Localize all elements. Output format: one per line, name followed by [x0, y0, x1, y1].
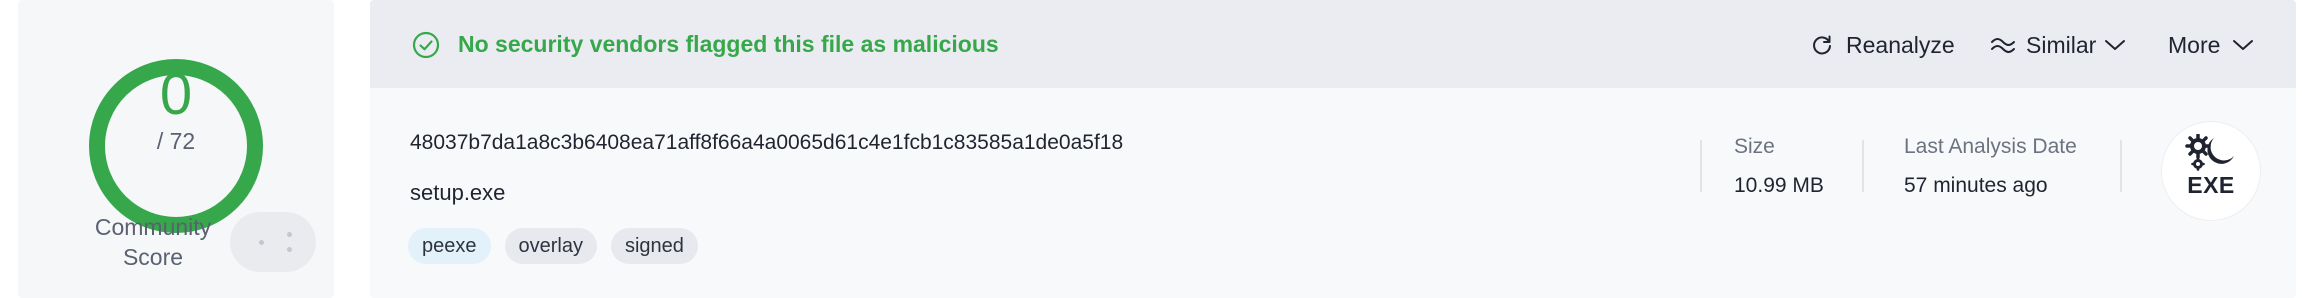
community-score-label: Community Score — [68, 212, 238, 272]
tag-signed[interactable]: signed — [610, 228, 698, 264]
file-tags: peexe overlay signed — [408, 228, 698, 264]
verdict-bar: No security vendors flagged this file as… — [370, 0, 2296, 88]
exe-file-icon: EXE — [2162, 122, 2260, 220]
file-name: setup.exe — [410, 180, 506, 205]
detection-score-card: 0 / 72 Community Score — [18, 0, 334, 298]
divider — [2120, 140, 2122, 192]
community-dot-icon — [287, 232, 292, 237]
chevron-down-icon — [2233, 40, 2254, 50]
detection-score: 0 — [159, 62, 193, 127]
file-summary-panel: No security vendors flagged this file as… — [370, 0, 2296, 298]
similar-label: Similar — [2026, 31, 2097, 58]
file-report-header: 0 / 72 Community Score No security vendo… — [0, 0, 2302, 298]
tag-peexe[interactable]: peexe — [408, 228, 491, 264]
file-type-label: EXE — [2187, 172, 2235, 198]
last-analysis-label: Last Analysis Date — [1904, 135, 2077, 158]
community-dot-icon — [287, 247, 292, 252]
detection-total: / 72 — [156, 128, 196, 154]
gears-icon — [2185, 134, 2234, 171]
reanalyze-button[interactable]: Reanalyze — [1810, 28, 1955, 62]
size-label: Size — [1734, 135, 1775, 158]
last-analysis-value: 57 minutes ago — [1904, 174, 2048, 197]
more-label: More — [2168, 31, 2221, 58]
community-dot-icon — [259, 240, 264, 245]
refresh-icon — [1813, 35, 1831, 55]
verdict-text: No security vendors flagged this file as… — [458, 31, 999, 57]
divider — [1862, 140, 1864, 192]
size-value: 10.99 MB — [1734, 174, 1824, 197]
reanalyze-label: Reanalyze — [1846, 31, 1955, 58]
check-circle-icon — [412, 31, 440, 59]
file-hash[interactable]: 48037b7da1a8c3b6408ea71aff8f66a4a0065d61… — [410, 131, 1123, 155]
similar-dropdown[interactable]: Similar — [1990, 28, 2126, 62]
community-score-text: Community Score — [94, 214, 212, 270]
tag-overlay[interactable]: overlay — [504, 228, 597, 264]
chevron-down-icon — [2105, 40, 2126, 50]
similar-icon — [1991, 38, 2015, 53]
more-dropdown[interactable]: More — [2168, 28, 2254, 62]
community-score-badge[interactable] — [230, 212, 316, 272]
divider — [1700, 140, 1702, 192]
